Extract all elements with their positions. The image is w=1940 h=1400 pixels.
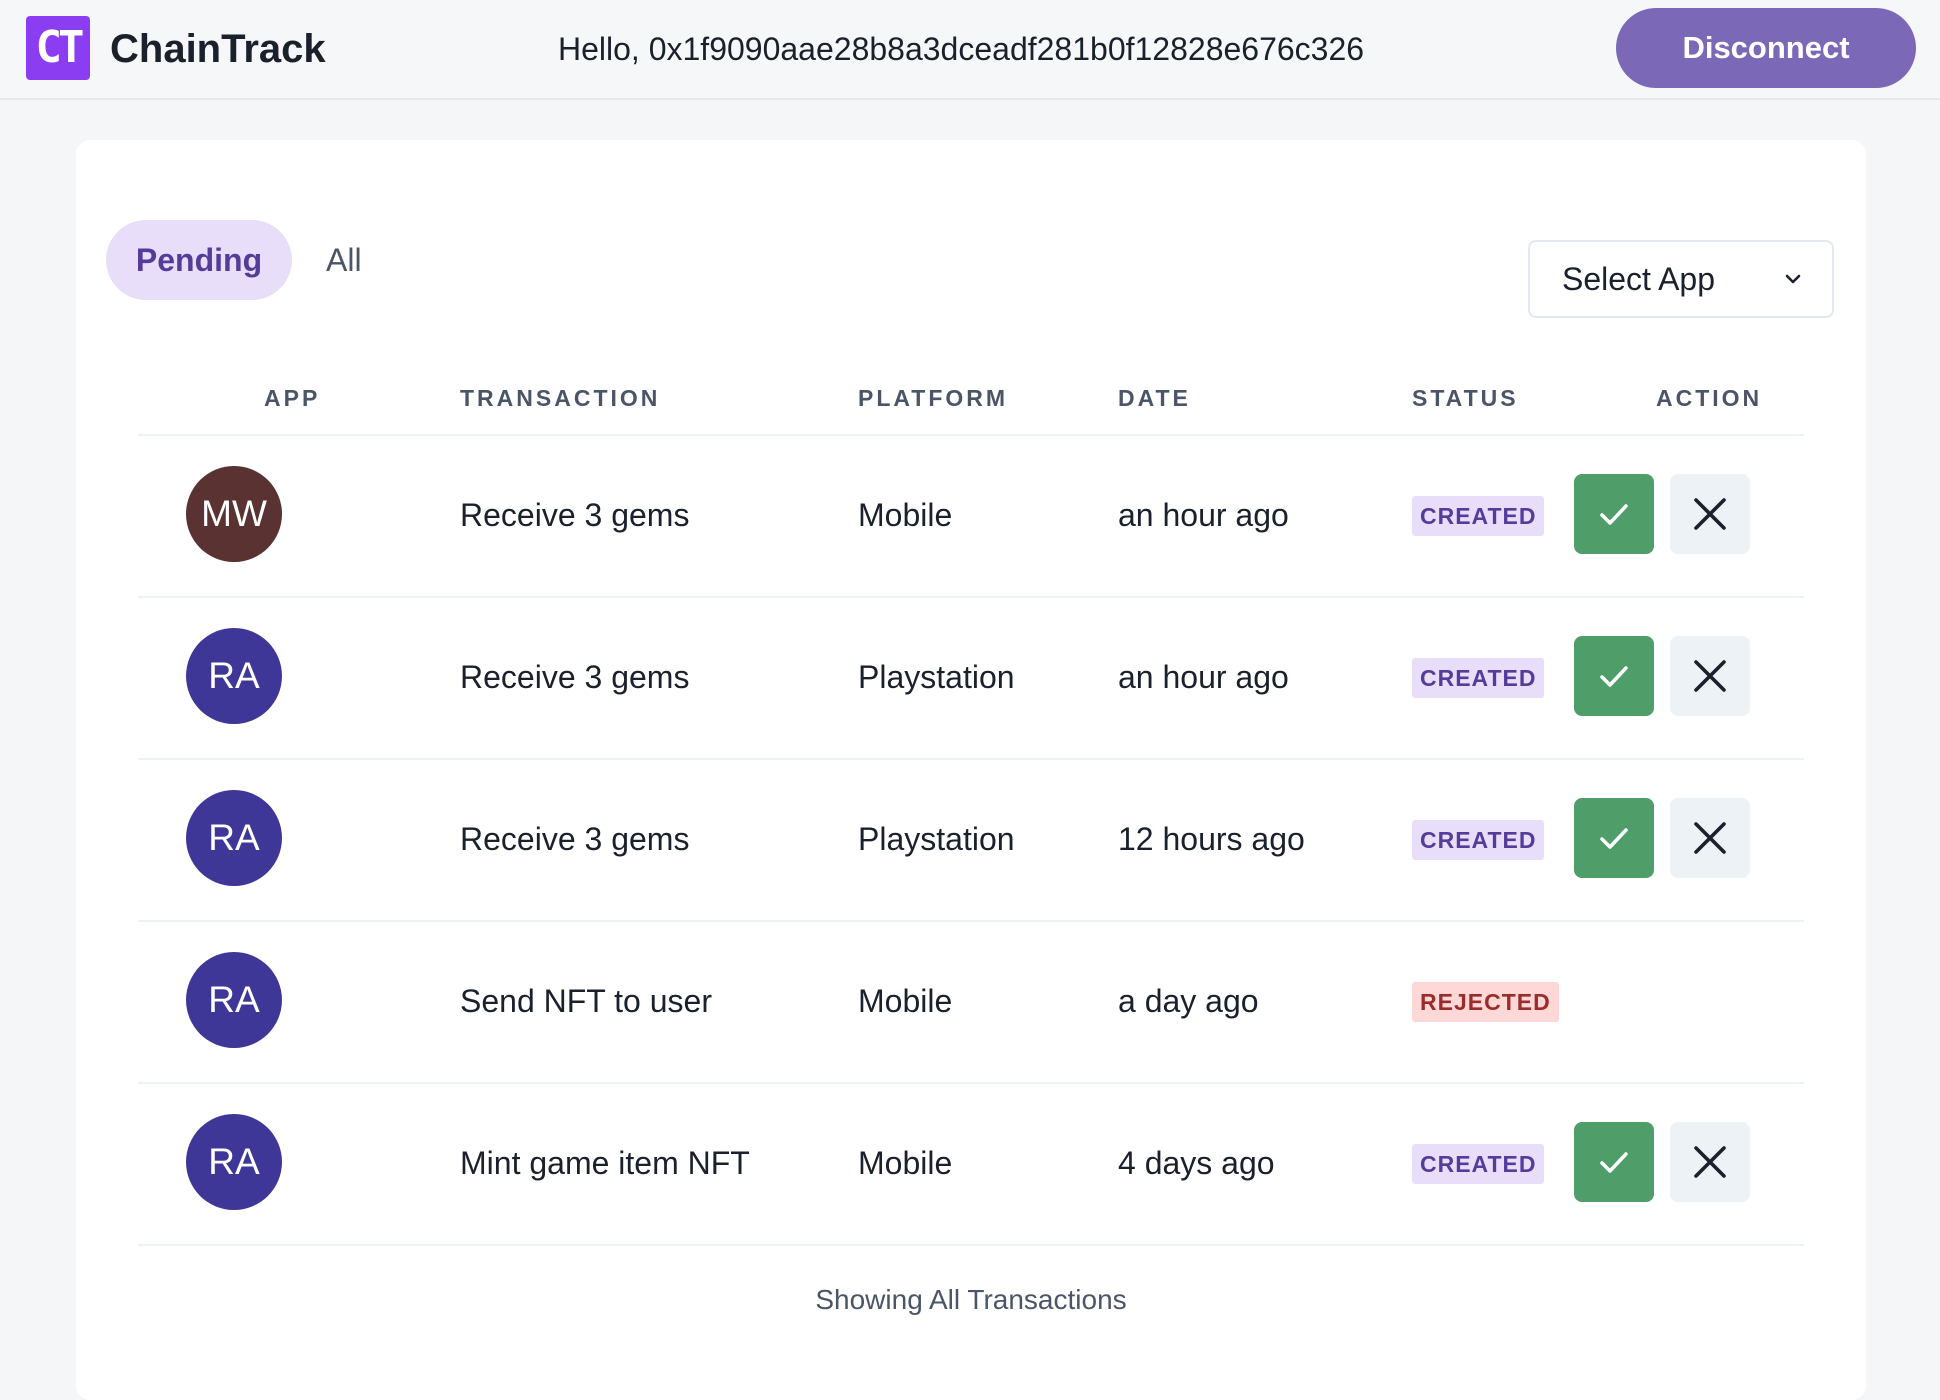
chevron-down-icon: [1785, 274, 1801, 284]
status-badge: REJECTED: [1412, 982, 1559, 1022]
app-initials: RA: [208, 655, 260, 696]
approve-button[interactable]: [1574, 636, 1654, 716]
app-initials: RA: [208, 817, 260, 858]
transaction-cell: Receive 3 gems: [460, 821, 690, 857]
platform-cell: Mobile: [858, 983, 953, 1019]
transactions-card: Pending All Select App APP TRANSACTION P…: [76, 140, 1866, 1400]
column-header-transaction: TRANSACTION: [460, 385, 661, 411]
app-avatar: RA: [186, 1114, 282, 1210]
column-header-date: DATE: [1118, 385, 1191, 411]
logo: CT: [26, 16, 90, 80]
table-row: RA Send NFT to user Mobile a day ago REJECTE…: [138, 920, 1804, 1084]
date-cell: a day ago: [1118, 983, 1259, 1019]
status-badge: CREATED: [1412, 496, 1545, 536]
close-icon: [1694, 822, 1726, 854]
check-icon: [1600, 828, 1628, 849]
approve-button[interactable]: [1574, 474, 1654, 554]
app-initials: RA: [208, 979, 260, 1020]
column-header-platform: PLATFORM: [858, 385, 1009, 411]
table-row: RA Receive 3 gems Playstation 12 hours ago C…: [138, 758, 1804, 922]
date-cell: 4 days ago: [1118, 1145, 1275, 1181]
column-header-app: APP: [264, 385, 321, 411]
app-avatar: RA: [186, 628, 282, 724]
platform-cell: Playstation: [858, 659, 1015, 695]
reject-button[interactable]: [1670, 798, 1750, 878]
date-cell: 12 hours ago: [1118, 821, 1305, 857]
close-icon: [1694, 1146, 1726, 1178]
app-initials: MW: [201, 493, 267, 534]
approve-button[interactable]: [1574, 1122, 1654, 1202]
tab-pending[interactable]: Pending: [106, 220, 292, 300]
app-initials: RA: [208, 1141, 260, 1182]
platform-cell: Mobile: [858, 1145, 953, 1181]
status-badge: CREATED: [1412, 1144, 1545, 1184]
transaction-cell: Receive 3 gems: [460, 497, 690, 533]
select-app-dropdown[interactable]: Select App: [1528, 240, 1834, 318]
platform-cell: Mobile: [858, 497, 953, 533]
app-avatar: RA: [186, 790, 282, 886]
check-icon: [1600, 1152, 1628, 1173]
reject-button[interactable]: [1670, 474, 1750, 554]
table-header: APP TRANSACTION PLATFORM DATE STATUS ACT…: [138, 370, 1804, 436]
table-row: RA Mint game item NFT Mobile 4 days ago CREA…: [138, 1082, 1804, 1246]
transaction-cell: Send NFT to user: [460, 983, 712, 1019]
status-badge: CREATED: [1412, 820, 1545, 860]
transaction-cell: Receive 3 gems: [460, 659, 690, 695]
status-badge: CREATED: [1412, 658, 1545, 698]
top-bar: CT ChainTrack Hello, 0x1f9090aae28b8a3dc…: [0, 0, 1940, 100]
reject-button[interactable]: [1670, 636, 1750, 716]
date-cell: an hour ago: [1118, 659, 1289, 695]
footer-status: Showing All Transactions: [815, 1284, 1127, 1315]
column-header-action: ACTION: [1656, 385, 1763, 411]
tab-all[interactable]: All: [326, 220, 362, 300]
app-avatar: RA: [186, 952, 282, 1048]
check-icon: [1600, 666, 1628, 687]
disconnect-button[interactable]: Disconnect: [1616, 8, 1916, 88]
brand-name: ChainTrack: [110, 27, 326, 71]
greeting-text: Hello, 0x1f9090aae28b8a3dceadf281b0f1282…: [558, 31, 1365, 67]
close-icon: [1694, 498, 1726, 530]
transaction-cell: Mint game item NFT: [460, 1145, 750, 1181]
column-header-status: STATUS: [1412, 385, 1519, 411]
reject-button[interactable]: [1670, 1122, 1750, 1202]
close-icon: [1694, 660, 1726, 692]
select-app-label: Select App: [1562, 261, 1715, 297]
table-row: MW Receive 3 gems Mobile an hour ago CREATED: [138, 434, 1804, 598]
platform-cell: Playstation: [858, 821, 1015, 857]
check-icon: [1600, 504, 1628, 525]
app-avatar: MW: [186, 466, 282, 562]
date-cell: an hour ago: [1118, 497, 1289, 533]
table-row: RA Receive 3 gems Playstation an hour ago CR…: [138, 596, 1804, 760]
logo-text: CT: [35, 22, 85, 73]
approve-button[interactable]: [1574, 798, 1654, 878]
